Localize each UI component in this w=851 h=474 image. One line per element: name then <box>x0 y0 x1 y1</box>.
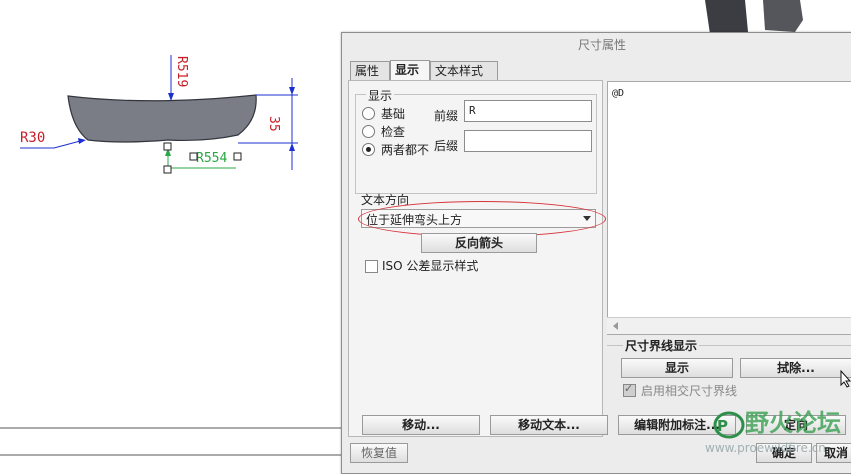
highlight-oval <box>358 201 606 237</box>
dialog-title: 尺寸属性 <box>342 33 851 57</box>
dimension-text-area[interactable]: @D <box>607 81 851 335</box>
section-shape <box>67 94 257 143</box>
selection-handle <box>163 142 172 151</box>
dim-r519-label[interactable]: R519 <box>174 56 189 87</box>
show-button[interactable]: 显示 <box>621 358 733 378</box>
move-text-button[interactable]: 移动文本... <box>490 415 608 435</box>
radio-basic-label: 基础 <box>381 107 406 121</box>
display-group: 显示 基础 检查 两者都不 前缀 R 后缀 <box>355 87 597 194</box>
radio-dot[interactable] <box>362 107 375 120</box>
suffix-label: 后缀 <box>434 139 459 153</box>
display-tab-panel: 显示 基础 检查 两者都不 前缀 R 后缀 文本方向 位于延伸弯头上方 反向箭头… <box>348 80 606 437</box>
reverse-arrow-button[interactable]: 反向箭头 <box>421 233 537 253</box>
intersect-checkbox[interactable] <box>623 382 636 397</box>
radio-neither-label: 两者都不 <box>381 143 430 157</box>
watermark-url: www.proewildfire.cn <box>705 441 826 455</box>
watermark-logo-text: 野火论坛 <box>745 409 841 437</box>
intersect-label: 启用相交尺寸界线 <box>641 384 738 398</box>
part-model-preview <box>705 0 748 34</box>
suffix-input[interactable] <box>464 130 592 152</box>
dim-35-label[interactable]: 35 <box>266 116 281 132</box>
radio-inspect-label: 检查 <box>381 125 406 139</box>
selection-handle <box>189 152 198 161</box>
svg-text:P: P <box>717 417 728 435</box>
move-button[interactable]: 移动... <box>362 415 480 435</box>
display-group-label: 显示 <box>366 87 395 104</box>
prefix-input[interactable]: R <box>464 100 592 122</box>
watermark: P 野火论坛 www.proewildfire.cn <box>705 403 850 463</box>
scroll-left-icon[interactable] <box>613 322 618 330</box>
extension-group-label: 尺寸界线显示 <box>623 337 700 354</box>
iso-tolerance-label: ISO 公差显示样式 <box>382 259 479 273</box>
cursor-icon <box>840 370 851 388</box>
radio-dot-checked[interactable] <box>362 143 375 156</box>
radio-dot[interactable] <box>362 125 375 138</box>
extension-line-group: 尺寸界线显示 显示 拭除... 启用相交尺寸界线 <box>607 337 851 412</box>
tab-display[interactable]: 显示 <box>390 60 430 81</box>
selection-handle <box>163 165 172 174</box>
dim-r554-label[interactable]: R554 <box>196 151 227 166</box>
horizontal-scrollbar[interactable] <box>607 317 851 334</box>
dim-r30-label[interactable]: R30 <box>20 130 45 146</box>
erase-button[interactable]: 拭除... <box>740 358 851 378</box>
selection-handle <box>233 152 242 161</box>
prefix-label: 前缀 <box>434 109 459 123</box>
iso-tolerance-checkbox[interactable] <box>365 260 378 273</box>
restore-button[interactable]: 恢复值 <box>350 443 408 463</box>
tab-properties[interactable]: 属性 <box>350 61 390 80</box>
tab-text-style[interactable]: 文本样式 <box>430 61 498 80</box>
